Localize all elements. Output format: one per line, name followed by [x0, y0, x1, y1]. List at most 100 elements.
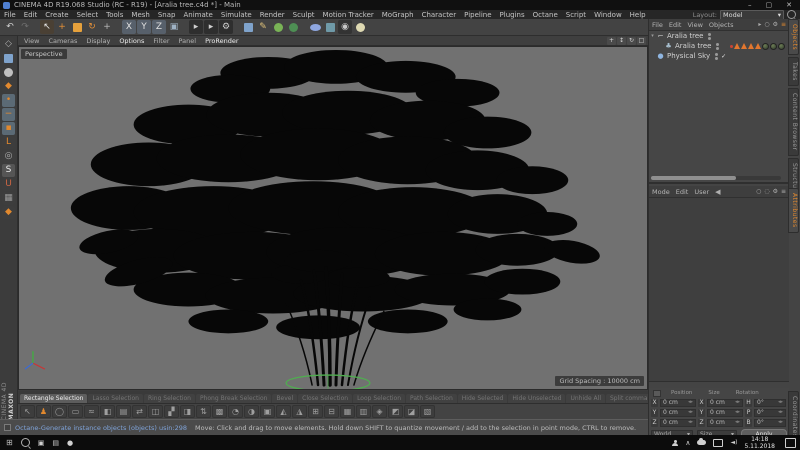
panel-menu-item[interactable]: Edit	[669, 21, 682, 29]
workplane-grid-icon[interactable]: ▦	[2, 192, 15, 205]
viewport-solo-icon[interactable]: ◎	[2, 150, 15, 163]
object-label[interactable]: Physical Sky	[667, 52, 710, 60]
edges-mode-icon[interactable]: −	[2, 108, 15, 121]
attribute-manager-body[interactable]	[649, 198, 789, 381]
lock-z-axis-icon[interactable]: Z	[152, 20, 166, 34]
start-button[interactable]: ⊞	[6, 438, 13, 447]
coordinate-column-header[interactable]: Position	[671, 390, 692, 396]
lock-x-axis-icon[interactable]: X	[122, 20, 136, 34]
points-mode-icon[interactable]: •	[2, 94, 15, 107]
palette-tool-icon[interactable]: ◫	[148, 405, 163, 418]
undo-icon[interactable]: ↶	[3, 20, 17, 34]
people-icon[interactable]	[672, 440, 678, 446]
aralia-tree-render[interactable]	[19, 47, 647, 389]
model-mode-icon[interactable]	[2, 52, 15, 65]
file-explorer-icon[interactable]: ▤	[52, 439, 59, 447]
tray-chevron-icon[interactable]: ∧	[685, 439, 690, 447]
menu-item[interactable]: Sculpt	[293, 11, 315, 19]
tool-palette-tab[interactable]: Hide Selected	[458, 394, 508, 403]
viewport-menu-item[interactable]: Cameras	[48, 37, 77, 45]
om-menu-icon[interactable]: ≡	[781, 21, 786, 28]
expander-icon[interactable]: ▾	[649, 33, 656, 39]
magnet-icon[interactable]: U	[2, 178, 15, 191]
tool-palette-tab[interactable]: Path Selection	[406, 394, 457, 403]
menu-item[interactable]: Create	[45, 11, 68, 19]
tri-tag[interactable]	[734, 43, 740, 49]
palette-select-icon[interactable]: ↖	[20, 405, 35, 418]
taskbar-search-icon[interactable]	[21, 438, 30, 447]
panel-menu-item[interactable]: File	[652, 21, 663, 29]
palette-tool-icon[interactable]: ⊞	[308, 405, 323, 418]
object-row[interactable]: ● Physical Sky ✓	[649, 51, 789, 61]
palette-tool-icon[interactable]: ◩	[388, 405, 403, 418]
palette-tool-icon[interactable]: ◨	[180, 405, 195, 418]
rotate-view-icon[interactable]: ↻	[627, 37, 636, 45]
palette-tool-icon[interactable]: ◯	[52, 405, 67, 418]
dot-red-tag[interactable]	[730, 45, 733, 48]
tri-tag[interactable]	[755, 43, 761, 49]
workplane-mode-icon[interactable]: ◆	[2, 80, 15, 93]
status-checkbox[interactable]	[4, 424, 11, 431]
horizontal-scrollbar[interactable]	[651, 176, 781, 180]
light-icon[interactable]	[353, 20, 367, 34]
mat-tag[interactable]	[770, 43, 777, 50]
menu-item[interactable]: Octane	[533, 11, 558, 19]
menu-item[interactable]: Window	[594, 11, 622, 19]
om-search-icon[interactable]: ○	[764, 21, 769, 28]
lock-icon[interactable]	[653, 390, 661, 397]
menu-item[interactable]: Tools	[106, 11, 123, 19]
palette-tool-icon[interactable]: ▣	[260, 405, 275, 418]
tool-palette-tab[interactable]: Phong Break Selection	[196, 394, 271, 403]
viewport-menu-item[interactable]: Display	[86, 37, 110, 45]
coordinate-column-header[interactable]: Size	[708, 390, 719, 396]
menu-item[interactable]: Pipeline	[464, 11, 491, 19]
viewport-menu-item[interactable]: View	[24, 37, 39, 45]
palette-tool-icon[interactable]: ▞	[164, 405, 179, 418]
palette-tool-icon[interactable]: ⇅	[196, 405, 211, 418]
action-center-icon[interactable]	[785, 438, 796, 448]
enabled-checkmark[interactable]: ✓	[721, 53, 727, 60]
menu-item[interactable]: MoGraph	[382, 11, 414, 19]
menu-item[interactable]: Script	[566, 11, 586, 19]
panel-menu-item[interactable]: Edit	[676, 188, 689, 196]
size-field[interactable]: 0 cm◂▸	[707, 419, 743, 427]
menu-item[interactable]: Plugins	[500, 11, 525, 19]
menu-item[interactable]: Motion Tracker	[323, 11, 374, 19]
visibility-dots[interactable]	[716, 43, 719, 50]
position-field[interactable]: 0 cm◂▸	[660, 419, 696, 427]
live-selection-icon[interactable]: ↖	[40, 20, 54, 34]
palette-tool-icon[interactable]: ▤	[116, 405, 131, 418]
deformers-icon[interactable]	[308, 20, 322, 34]
cinema4d-app-icon[interactable]: ●	[67, 439, 73, 447]
tool-palette-tab[interactable]: Rectangle Selection	[20, 394, 87, 403]
object-label[interactable]: Aralia tree	[667, 32, 703, 40]
palette-tool-icon[interactable]: ⇄	[132, 405, 147, 418]
palette-tool-icon[interactable]: ◮	[292, 405, 307, 418]
lock-workplane-icon[interactable]: ◆	[2, 206, 15, 219]
panel-tab[interactable]: Takes	[788, 57, 799, 86]
menu-item[interactable]: Select	[77, 11, 99, 19]
move-tool-icon[interactable]: +	[55, 20, 69, 34]
palette-tool-icon[interactable]: ▧	[420, 405, 435, 418]
om-filter-icon[interactable]: ⚙	[773, 21, 778, 28]
scale-tool-icon[interactable]	[70, 20, 84, 34]
camera-label[interactable]: Perspective	[21, 49, 67, 59]
palette-tool-icon[interactable]: ▥	[356, 405, 371, 418]
perspective-viewport[interactable]: Perspective Grid Spacing : 10000 cm	[18, 46, 648, 390]
render-picture-viewer-icon[interactable]: ▸	[204, 20, 218, 34]
rotation-field[interactable]: 0°◂▸	[754, 399, 786, 407]
lock-y-axis-icon[interactable]: Y	[137, 20, 151, 34]
tri-tag[interactable]	[748, 43, 754, 49]
redo-icon[interactable]: ↷	[18, 20, 32, 34]
palette-tool-icon[interactable]: ◪	[404, 405, 419, 418]
mat-tag[interactable]	[778, 43, 785, 50]
menu-item[interactable]: Snap	[158, 11, 176, 19]
search-icon[interactable]	[787, 10, 796, 19]
tool-palette-tab[interactable]: Close Selection	[298, 394, 352, 403]
tool-palette-tab[interactable]: Hide Unselected	[508, 394, 565, 403]
panel-tab[interactable]: Objects	[788, 19, 799, 55]
rotation-field[interactable]: 0°◂▸	[754, 419, 786, 427]
visibility-dots[interactable]	[708, 33, 711, 40]
layout-select[interactable]: Model ▾	[720, 10, 784, 20]
tool-palette-tab[interactable]: Bevel	[272, 394, 297, 403]
